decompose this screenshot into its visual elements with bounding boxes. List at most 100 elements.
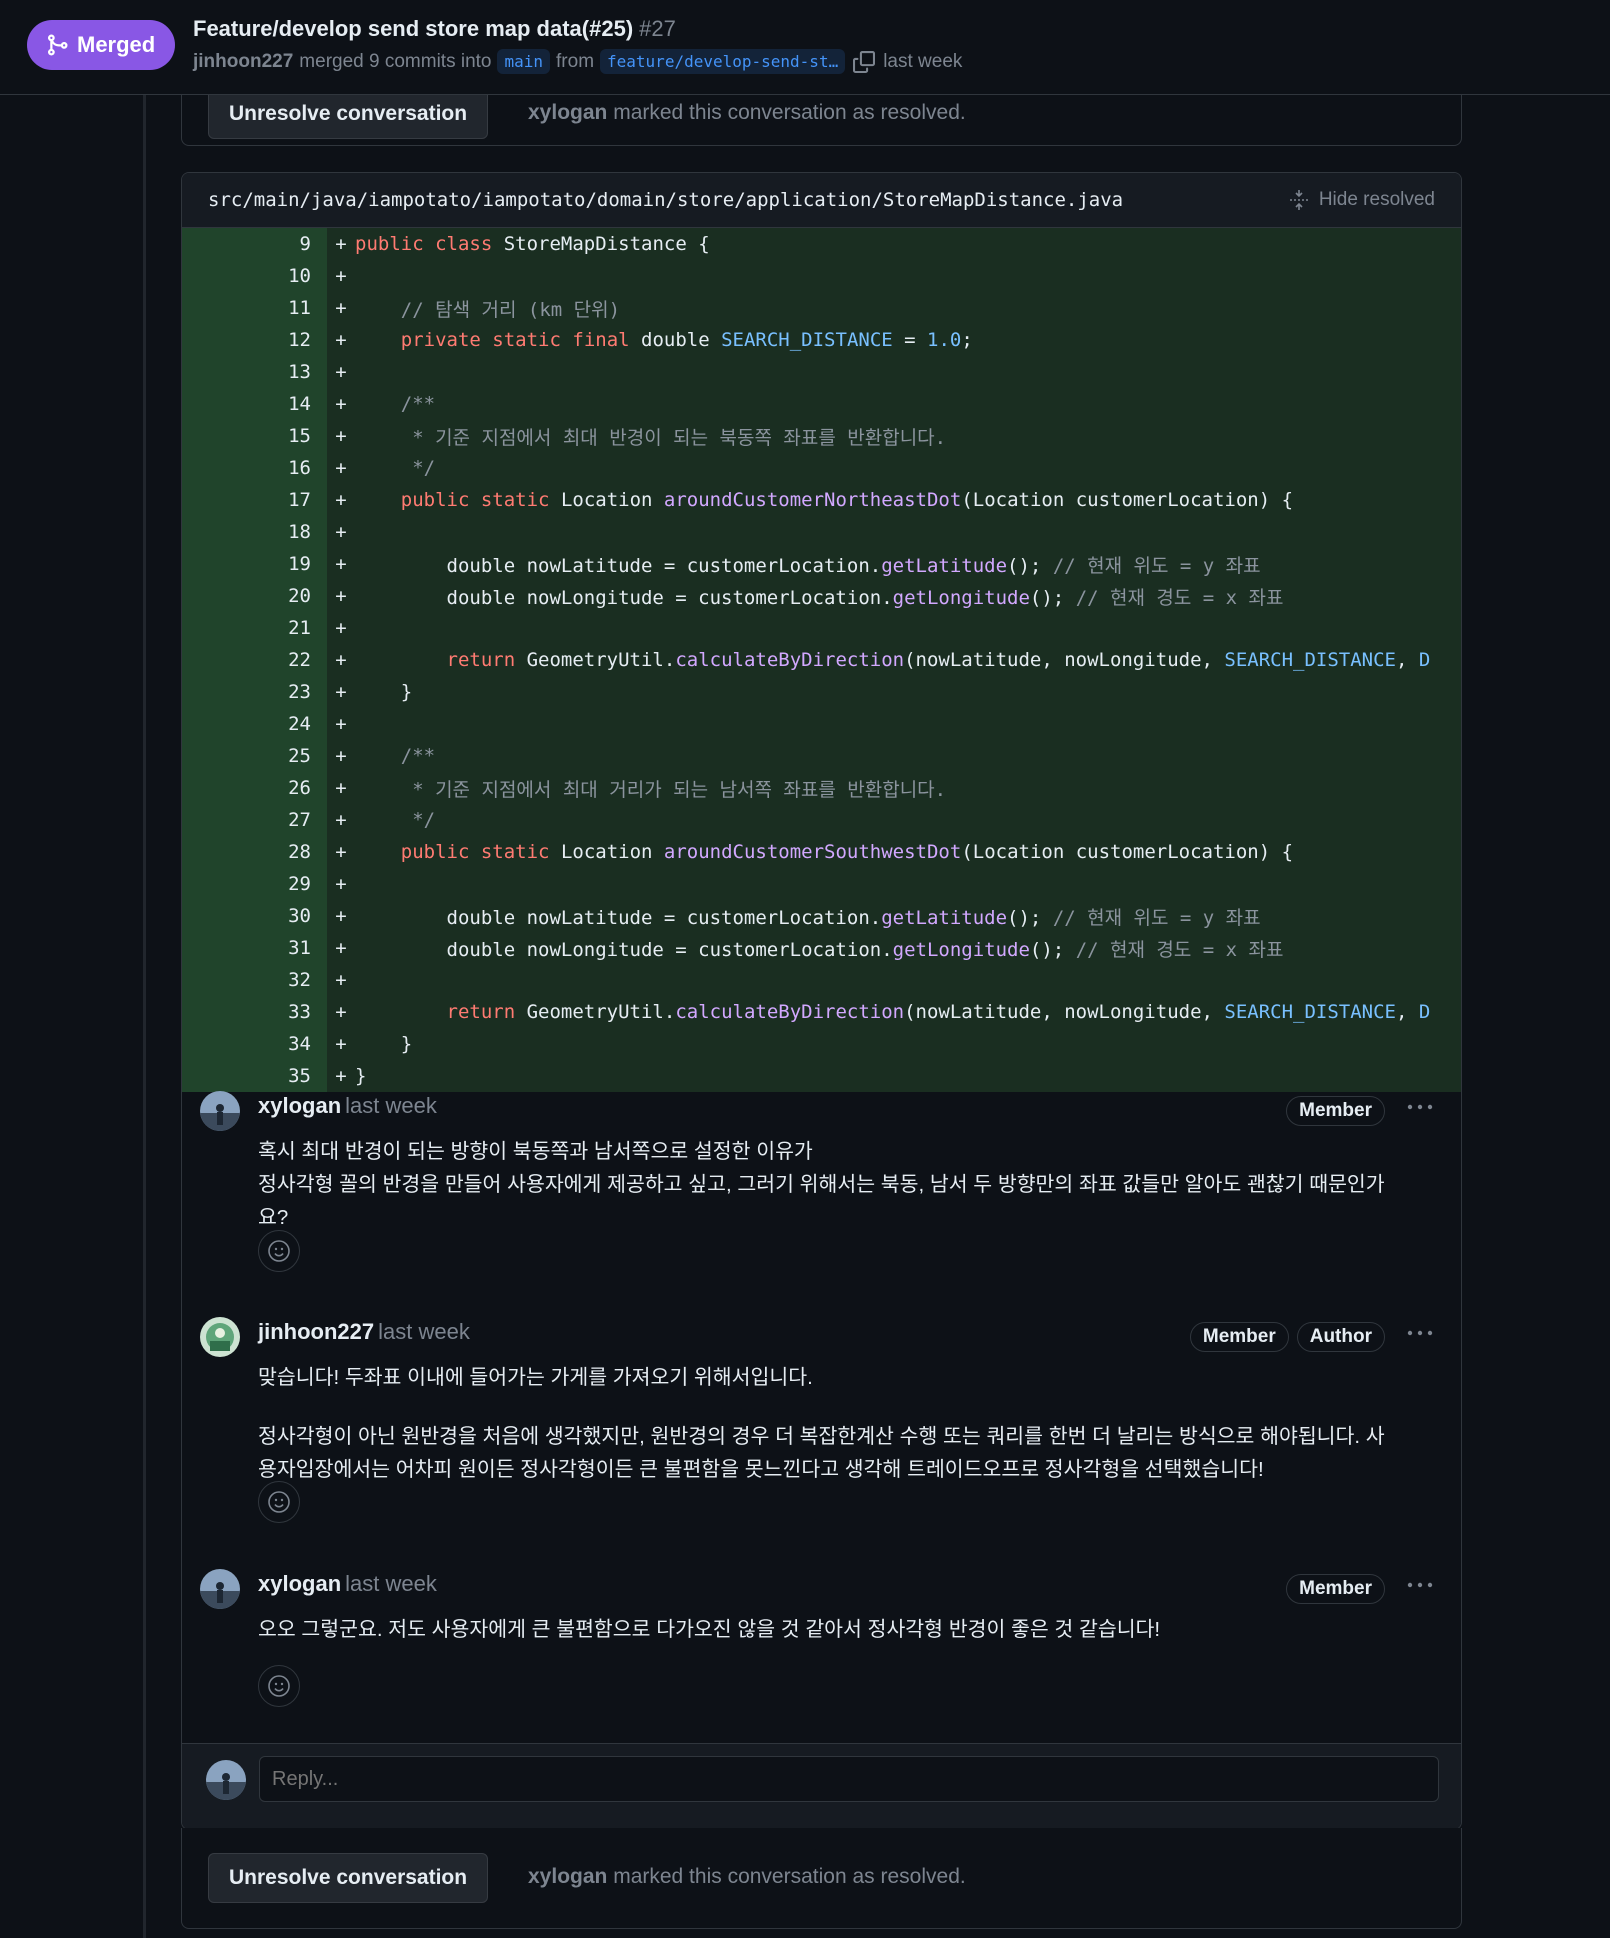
reply-input[interactable] xyxy=(259,1756,1439,1802)
merged-state-badge: Merged xyxy=(27,20,176,70)
line-number[interactable]: 12 xyxy=(182,324,327,356)
comment-author[interactable]: jinhoon227 last week xyxy=(258,1319,470,1345)
line-number[interactable]: 17 xyxy=(182,484,327,516)
line-number[interactable]: 19 xyxy=(182,548,327,580)
add-reaction-button[interactable] xyxy=(258,1230,300,1272)
pr-title[interactable]: Feature/develop send store map data(#25)… xyxy=(193,16,676,42)
comment-xylogan-1: xylogan last week Member 혹시 최대 반경이 되는 방향이… xyxy=(182,1071,1461,1281)
member-badge: Member xyxy=(1189,1322,1289,1352)
copy-icon[interactable] xyxy=(853,50,876,73)
code-content: // 탐색 거리 (km 단위) xyxy=(400,298,621,321)
line-number[interactable]: 23 xyxy=(182,676,327,708)
head-branch[interactable]: feature/develop-send-st… xyxy=(600,49,846,74)
code-content: private static final double SEARCH_DISTA… xyxy=(400,329,973,351)
line-number[interactable]: 11 xyxy=(182,292,327,324)
diff-line: 28 + public static Location aroundCustome… xyxy=(182,836,1461,868)
comment-jinhoon227: jinhoon227 last week Member Author 맞습니다! … xyxy=(182,1297,1461,1537)
comment-time[interactable]: last week xyxy=(378,1319,470,1344)
pr-title-text: Feature/develop send store map data(#25) xyxy=(193,16,634,41)
line-number[interactable]: 10 xyxy=(182,260,327,292)
comment-line: 정사각형이 아닌 원반경을 처음에 생각했지만, 원반경의 경우 더 복잡한계산… xyxy=(258,1425,1385,1448)
diff-code: 9 + public class StoreMapDistance {10 +11 + … xyxy=(182,228,1461,1092)
line-number[interactable]: 18 xyxy=(182,516,327,548)
line-number[interactable]: 32 xyxy=(182,964,327,996)
line-number[interactable]: 22 xyxy=(182,644,327,676)
line-number[interactable]: 20 xyxy=(182,580,327,612)
previous-resolved-message: marked this conversation as resolved. xyxy=(613,101,966,124)
comment-time[interactable]: last week xyxy=(345,1571,437,1596)
avatar[interactable] xyxy=(200,1317,240,1357)
line-number[interactable]: 30 xyxy=(182,900,327,932)
added-marker: + xyxy=(335,233,347,255)
diff-line: 17 + public static Location aroundCustome… xyxy=(182,484,1461,516)
kebab-menu-icon[interactable] xyxy=(1405,1095,1435,1119)
avatar[interactable] xyxy=(200,1091,240,1131)
add-reaction-button[interactable] xyxy=(258,1665,300,1707)
resolved-text: xylogan marked this conversation as reso… xyxy=(528,1865,966,1889)
line-number[interactable]: 24 xyxy=(182,708,327,740)
avatar[interactable] xyxy=(200,1569,240,1609)
line-number[interactable]: 28 xyxy=(182,836,327,868)
comment-body: 오오 그렇군요. 저도 사용자에게 큰 불편함으로 다가오진 않을 것 같아서 … xyxy=(258,1613,1438,1646)
added-marker: + xyxy=(335,457,347,479)
resolved-message: marked this conversation as resolved. xyxy=(613,1865,966,1888)
unresolve-conversation-button[interactable]: Unresolve conversation xyxy=(208,1853,489,1903)
line-number[interactable]: 31 xyxy=(182,932,327,964)
comment-line: 오오 그렇군요. 저도 사용자에게 큰 불편함으로 다가오진 않을 것 같아서 … xyxy=(258,1618,1161,1641)
resolved-user[interactable]: xylogan xyxy=(528,1865,607,1888)
added-marker: + xyxy=(335,841,347,863)
line-number[interactable]: 33 xyxy=(182,996,327,1028)
comment-body: 맞습니다! 두좌표 이내에 들어가는 가게를 가져오기 위해서입니다. 정사각형… xyxy=(258,1361,1438,1486)
diff-line: 13 + xyxy=(182,356,1461,388)
comment-author[interactable]: xylogan last week xyxy=(258,1093,437,1119)
code-content: double nowLatitude = customerLocation.ge… xyxy=(355,906,1261,929)
line-number[interactable]: 9 xyxy=(182,228,327,260)
line-number[interactable]: 15 xyxy=(182,420,327,452)
added-marker: + xyxy=(335,713,347,735)
file-path[interactable]: src/main/java/iampotato/iampotato/domain… xyxy=(208,189,1123,211)
kebab-menu-icon[interactable] xyxy=(1405,1573,1435,1597)
code-content: double nowLongitude = customerLocation.g… xyxy=(355,938,1284,961)
line-number[interactable]: 21 xyxy=(182,612,327,644)
comment-author[interactable]: xylogan last week xyxy=(258,1571,437,1597)
code-content: double nowLongitude = customerLocation.g… xyxy=(355,586,1284,609)
pr-author-link[interactable]: jinhoon227 xyxy=(193,51,293,73)
sticky-pr-header: Merged Feature/develop send store map da… xyxy=(0,0,1610,95)
code-content: return GeometryUtil.calculateByDirection… xyxy=(446,1001,1431,1023)
line-number[interactable]: 27 xyxy=(182,804,327,836)
line-number[interactable]: 16 xyxy=(182,452,327,484)
added-marker: + xyxy=(335,425,347,447)
line-number[interactable]: 34 xyxy=(182,1028,327,1060)
comment-time[interactable]: last week xyxy=(345,1093,437,1118)
code-content: * 기준 지점에서 최대 거리가 되는 남서쪽 좌표를 반환합니다. xyxy=(355,778,947,801)
line-number[interactable]: 14 xyxy=(182,388,327,420)
comment-line: 정사각형 꼴의 반경을 만들어 사용자에게 제공하고 싶고, 그러기 위해서는 … xyxy=(258,1173,1385,1196)
merged-label: Merged xyxy=(77,32,156,57)
added-marker: + xyxy=(335,265,347,287)
base-branch[interactable]: main xyxy=(497,49,551,74)
previous-unresolve-button[interactable]: Unresolve conversation xyxy=(208,89,489,139)
comment-badges: Member xyxy=(1286,1574,1385,1604)
diff-line: 25 + /** xyxy=(182,740,1461,772)
line-number[interactable]: 13 xyxy=(182,356,327,388)
review-thread: src/main/java/iampotato/iampotato/domain… xyxy=(181,172,1462,1830)
line-number[interactable]: 26 xyxy=(182,772,327,804)
hide-resolved-button[interactable]: Hide resolved xyxy=(1287,188,1435,212)
added-marker: + xyxy=(335,553,347,575)
line-number[interactable]: 29 xyxy=(182,868,327,900)
line-number[interactable]: 25 xyxy=(182,740,327,772)
smiley-icon xyxy=(268,1675,290,1697)
code-content: public class StoreMapDistance { xyxy=(355,233,710,255)
pr-meta: jinhoon227 merged 9 commits into main fr… xyxy=(193,49,962,74)
add-reaction-button[interactable] xyxy=(258,1481,300,1523)
resolved-footer: Unresolve conversation xylogan marked th… xyxy=(181,1828,1462,1929)
previous-resolved-user[interactable]: xylogan xyxy=(528,101,607,124)
added-marker: + xyxy=(335,585,347,607)
comment-line: 요? xyxy=(258,1206,289,1229)
diff-line: 34 + } xyxy=(182,1028,1461,1060)
diff-line: 15 + * 기준 지점에서 최대 반경이 되는 북동쪽 좌표를 반환합니다. xyxy=(182,420,1461,452)
hide-resolved-label: Hide resolved xyxy=(1318,189,1435,210)
added-marker: + xyxy=(335,617,347,639)
kebab-menu-icon[interactable] xyxy=(1405,1321,1435,1345)
diff-line: 21 + xyxy=(182,612,1461,644)
